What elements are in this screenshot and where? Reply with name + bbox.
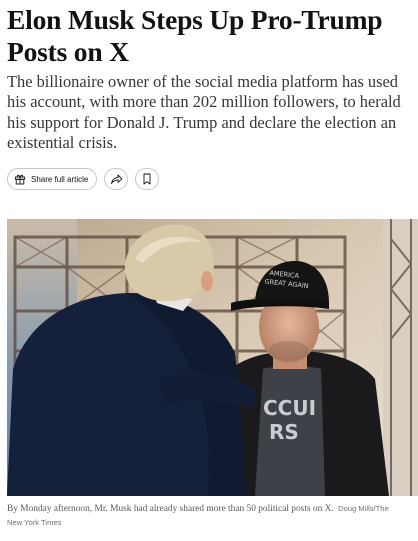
shirt-text-1: CCUI [263, 396, 316, 420]
article-toolbar: Share full article [7, 167, 160, 191]
bookmark-icon [142, 173, 152, 185]
gift-icon [14, 173, 26, 185]
photo-caption: By Monday afternoon, Mr. Musk had alread… [7, 502, 405, 530]
share-button[interactable] [104, 168, 129, 190]
save-bookmark-button[interactable] [135, 168, 160, 190]
article-headline: Elon Musk Steps Up Pro-Trump Posts on X [7, 4, 383, 67]
article-photo: CCUI RS AMERICA GREAT AGAIN [7, 219, 418, 496]
share-arrow-icon [110, 173, 123, 185]
article-summary: The billionaire owner of the social medi… [7, 72, 401, 153]
share-full-article-button[interactable]: Share full article [7, 168, 98, 190]
caption-text: By Monday afternoon, Mr. Musk had alread… [7, 504, 334, 514]
share-full-article-label: Share full article [31, 174, 89, 184]
shirt-text-2: RS [269, 420, 299, 444]
